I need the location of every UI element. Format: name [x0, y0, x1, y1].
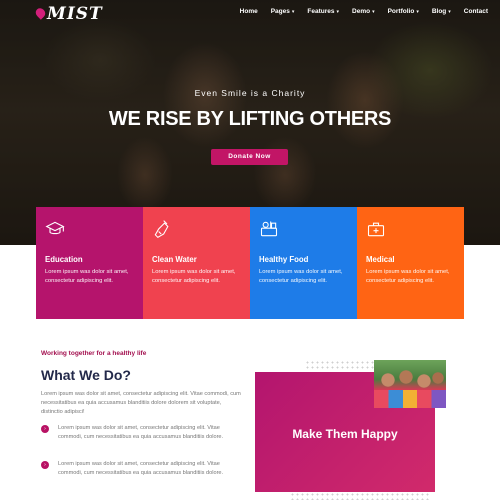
menu-label: Blog [431, 8, 447, 15]
list-item-text: Lorem ipsum was dolor sit amet, consecte… [58, 461, 224, 476]
top-navigation: MIST Home Pages ▾ Features ▾ Demo ▾ Portfol… [0, 0, 500, 26]
card-text: Lorem ipsum was dolor sit amet, consecte… [152, 269, 236, 284]
decorative-dots [305, 360, 375, 370]
hero-headline: WE RISE BY LIFTING OTHERS [108, 108, 392, 130]
menu-item-contact[interactable]: Contact [464, 8, 488, 15]
card-text: Lorem ipsum was dolor sit amet, consecte… [259, 269, 343, 284]
chevron-down-icon: ▾ [291, 9, 295, 15]
menu-label: Pages [270, 8, 290, 15]
menu-item-pages[interactable]: Pages ▾ [271, 8, 295, 15]
section-title: What We Do? [41, 367, 131, 383]
chevron-down-icon: ▾ [448, 9, 451, 15]
menu-label: Features [307, 8, 335, 15]
card-clean-water[interactable]: Clean Water Lorem ipsum was dolor sit am… [143, 207, 250, 319]
card-title: Clean Water [152, 255, 197, 264]
site-logo[interactable]: MIST [33, 4, 103, 24]
chevron-down-icon: ▾ [336, 9, 340, 15]
menu-item-features[interactable]: Features ▾ [307, 8, 339, 15]
children-photo [374, 360, 446, 408]
list-item: › Lorem ipsum was dolor sit amet, consec… [41, 424, 241, 442]
water-bottle-icon [154, 220, 169, 239]
food-basket-icon [260, 221, 278, 237]
menu-label: Home [239, 8, 258, 15]
arrow-right-icon: › [41, 461, 49, 469]
arrow-right-icon: › [41, 425, 49, 433]
logo-text: MIST [47, 4, 103, 24]
graduation-cap-icon [45, 221, 65, 235]
section-kicker: Working together for a healthy life [41, 350, 147, 357]
decorative-dots [290, 492, 430, 500]
menu-item-portfolio[interactable]: Portfolio ▾ [388, 8, 419, 15]
card-healthy-food[interactable]: Healthy Food Lorem ipsum was dolor sit a… [250, 207, 357, 319]
menu-label: Demo [352, 8, 371, 15]
chevron-down-icon: ▾ [372, 9, 375, 15]
menu-label: Portfolio [387, 8, 415, 15]
card-education[interactable]: Education Lorem ipsum was dolor sit amet… [36, 207, 143, 319]
promo-title: Make Them Happy [292, 427, 398, 441]
donate-now-button[interactable]: Donate Now [211, 149, 288, 165]
medical-kit-icon [367, 222, 385, 237]
photo-detail [374, 390, 446, 408]
card-text: Lorem ipsum was dolor sit amet, consecte… [45, 269, 129, 284]
feature-cards: Education Lorem ipsum was dolor sit amet… [36, 207, 464, 319]
list-item-text: Lorem ipsum was dolor sit amet, consecte… [58, 425, 224, 440]
card-title: Education [45, 255, 83, 264]
hero-tagline: Even Smile is a Charity [194, 88, 306, 98]
menu-item-blog[interactable]: Blog ▾ [432, 8, 451, 15]
chevron-down-icon: ▾ [416, 9, 419, 15]
section-intro: Lorem ipsum was dolor sit amet, consecte… [41, 391, 241, 415]
card-medical[interactable]: Medical Lorem ipsum was dolor sit amet, … [357, 207, 464, 319]
logo-drop-icon [33, 6, 48, 20]
menu-item-demo[interactable]: Demo ▾ [352, 8, 375, 15]
card-title: Healthy Food [259, 255, 309, 264]
menu-label: Contact [463, 8, 488, 15]
card-title: Medical [366, 255, 395, 264]
card-text: Lorem ipsum was dolor sit amet, consecte… [366, 269, 450, 284]
main-menu: Home Pages ▾ Features ▾ Demo ▾ Portfolio ▾ B… [240, 8, 488, 15]
menu-item-home[interactable]: Home [240, 8, 258, 15]
list-item: › Lorem ipsum was dolor sit amet, consec… [41, 460, 241, 478]
